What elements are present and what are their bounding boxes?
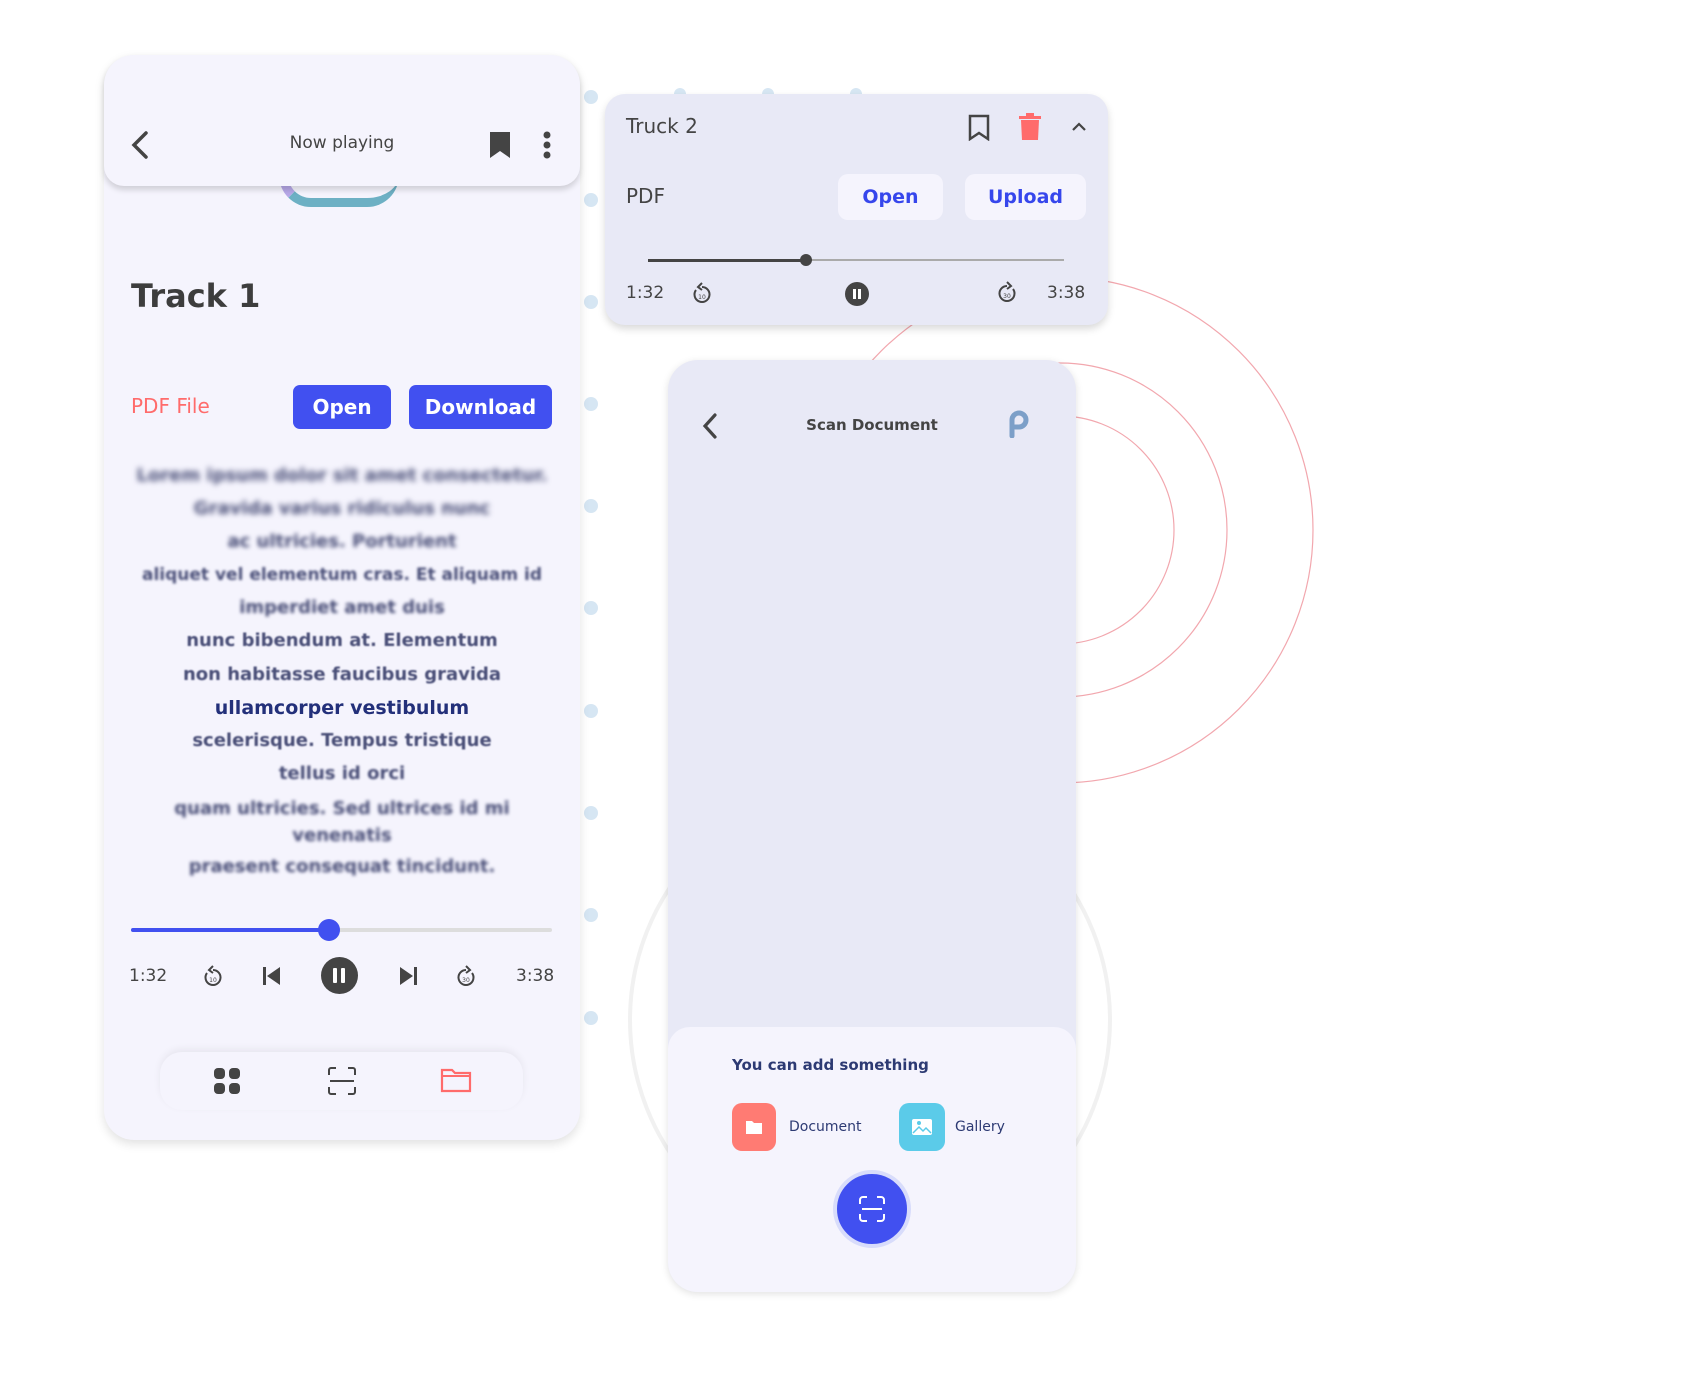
mini-file-type: PDF [626, 184, 665, 208]
mini-total-time: 3:38 [1047, 283, 1086, 303]
document-option[interactable]: Document [732, 1103, 862, 1151]
mini-progress-fill [648, 258, 807, 262]
folder-icon [732, 1103, 776, 1151]
lyric-line: scelerisque. Tempus tristique [192, 730, 492, 751]
mini-progress-slider[interactable] [648, 254, 1064, 266]
rewind-10-icon[interactable]: 10 [691, 281, 713, 305]
bookmark-outline-icon[interactable] [968, 114, 990, 141]
svg-text:30: 30 [1003, 293, 1011, 300]
scan-document-card: Scan Document You can add something Docu… [668, 360, 1076, 1292]
delete-icon[interactable] [1019, 113, 1041, 140]
now-playing-card: Now playing Track 1 PDF File Open Downlo… [104, 55, 580, 1140]
mini-progress-thumb[interactable] [800, 254, 813, 266]
chevron-up-icon[interactable] [1071, 121, 1087, 132]
mini-open-button[interactable]: Open [838, 174, 943, 220]
scan-icon [859, 1196, 885, 1222]
svg-text:10: 10 [209, 977, 217, 984]
mini-player-card: Truck 2 PDF Open Upload 1:32 3:38 10 30 [605, 94, 1108, 325]
folder-icon[interactable] [440, 1067, 472, 1093]
lyric-line: praesent consequat tincidunt. [188, 856, 496, 877]
progress-thumb[interactable] [317, 919, 340, 941]
rewind-10-icon[interactable]: 10 [202, 964, 224, 988]
skip-next-icon[interactable] [398, 966, 418, 986]
pause-icon [853, 289, 861, 299]
sheet-title: You can add something [732, 1056, 929, 1074]
player-header: Now playing [104, 55, 580, 186]
bottom-nav [160, 1052, 523, 1110]
mini-current-time: 1:32 [626, 283, 665, 303]
lyric-line: quam ultricies. Sed ultrices id mi venen… [174, 798, 510, 846]
file-type-label: PDF File [131, 394, 210, 418]
progress-slider[interactable] [131, 919, 552, 941]
lyric-line: aliquet vel elementum cras. Et aliquam i… [141, 565, 542, 585]
svg-text:30: 30 [462, 977, 470, 984]
lyric-line: Lorem ipsum dolor sit amet consectetur. [136, 465, 548, 486]
lyric-line: nunc bibendum at. Elementum [186, 630, 498, 651]
image-icon [899, 1103, 945, 1151]
lyric-line: ac ultricies. Porturient [227, 531, 457, 552]
gallery-option-label: Gallery [955, 1119, 1005, 1135]
scan-icon[interactable] [327, 1066, 357, 1096]
lyric-line: Gravida varius ridiculus nunc [193, 498, 491, 519]
lyric-line: non habitasse faucibus gravida [182, 664, 502, 685]
track-title: Track 1 [131, 277, 261, 315]
mini-pause-button[interactable] [845, 282, 869, 306]
grid-icon[interactable] [213, 1067, 241, 1095]
add-options-sheet: You can add something Document Gallery [668, 1027, 1076, 1292]
open-button[interactable]: Open [293, 385, 391, 429]
progress-fill [131, 928, 329, 932]
lyric-line: tellus id orci [278, 763, 406, 784]
more-options-icon[interactable] [542, 131, 552, 161]
forward-30-icon[interactable]: 30 [996, 280, 1018, 304]
download-button[interactable]: Download [409, 385, 552, 429]
skip-previous-icon[interactable] [262, 966, 282, 986]
app-logo-icon [1009, 410, 1029, 438]
svg-text:10: 10 [698, 294, 706, 301]
bookmark-icon[interactable] [489, 131, 511, 159]
gallery-option[interactable]: Gallery [899, 1103, 1005, 1151]
current-time: 1:32 [129, 966, 168, 986]
mini-track-title: Truck 2 [626, 114, 698, 138]
pause-icon [333, 968, 345, 983]
pause-button[interactable] [321, 957, 358, 994]
upload-button[interactable]: Upload [965, 174, 1086, 220]
lyric-line: imperdiet amet duis [239, 597, 445, 618]
lyric-line-current: ullamcorper vestibulum [214, 697, 470, 719]
total-time: 3:38 [516, 966, 555, 986]
forward-30-icon[interactable]: 30 [455, 964, 477, 988]
scan-fab-button[interactable] [833, 1170, 911, 1248]
document-option-label: Document [789, 1119, 862, 1135]
